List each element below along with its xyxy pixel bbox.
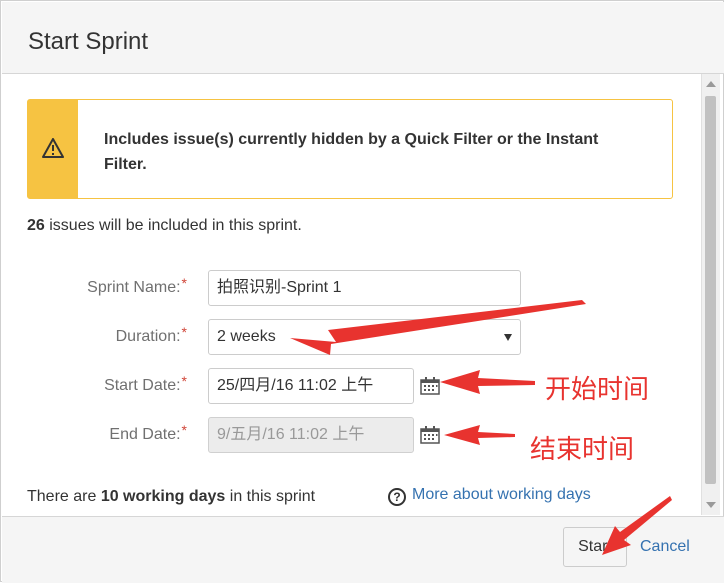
start-time-annotation: 开始时间 [545, 375, 650, 405]
start-date-label: Start Date:* [104, 373, 187, 394]
chevron-down-icon [504, 334, 512, 341]
scroll-down-arrow-icon[interactable] [706, 502, 716, 508]
content-scrollbar[interactable] [701, 74, 720, 515]
issues-count: 26 [27, 217, 45, 234]
dialog-title: Start Sprint [28, 28, 149, 55]
start-sprint-dialog: Start Sprint Includes issue(s) currently… [0, 0, 724, 583]
dialog-footer: Start Cancel [2, 516, 724, 583]
end-time-annotation: 结束时间 [530, 435, 635, 465]
warning-triangle-icon [42, 138, 64, 158]
sprint-name-input[interactable]: 拍照识别-Sprint 1 [208, 270, 521, 306]
sprint-name-label: Sprint Name:* [87, 275, 187, 296]
issues-count-text: issues will be included in this sprint. [44, 217, 302, 234]
working-days-help-link[interactable]: ? More about working days [388, 486, 591, 506]
end-date-label: End Date:* [109, 422, 187, 443]
required-mark: * [181, 373, 187, 389]
start-date-input[interactable]: 25/四月/16 11:02 上午 [208, 368, 414, 404]
working-days-count: 10 working days [100, 488, 226, 505]
cancel-link[interactable]: Cancel [640, 527, 690, 567]
warning-text: Includes issue(s) currently hidden by a … [104, 131, 599, 173]
help-icon: ? [388, 488, 406, 506]
warning-message: Includes issue(s) currently hidden by a … [27, 99, 673, 199]
calendar-icon[interactable] [420, 377, 440, 395]
dialog-header: Start Sprint [2, 2, 724, 74]
end-date-input: 9/五月/16 11:02 上午 [208, 417, 414, 453]
required-mark: * [181, 422, 187, 438]
required-mark: * [181, 275, 187, 291]
duration-select[interactable]: 2 weeks [208, 319, 521, 355]
start-button[interactable]: Start [563, 527, 627, 567]
issues-count-line: 26 issues will be included in this sprin… [27, 217, 302, 235]
required-mark: * [181, 324, 187, 340]
working-days-text: There are 10 working days in this sprint [27, 488, 316, 505]
scroll-thumb[interactable] [705, 96, 716, 484]
duration-label: Duration:* [115, 324, 187, 345]
duration-value: 2 weeks [217, 328, 276, 345]
warning-bar [28, 100, 78, 198]
calendar-icon[interactable] [420, 426, 440, 444]
scroll-up-arrow-icon[interactable] [706, 81, 716, 87]
